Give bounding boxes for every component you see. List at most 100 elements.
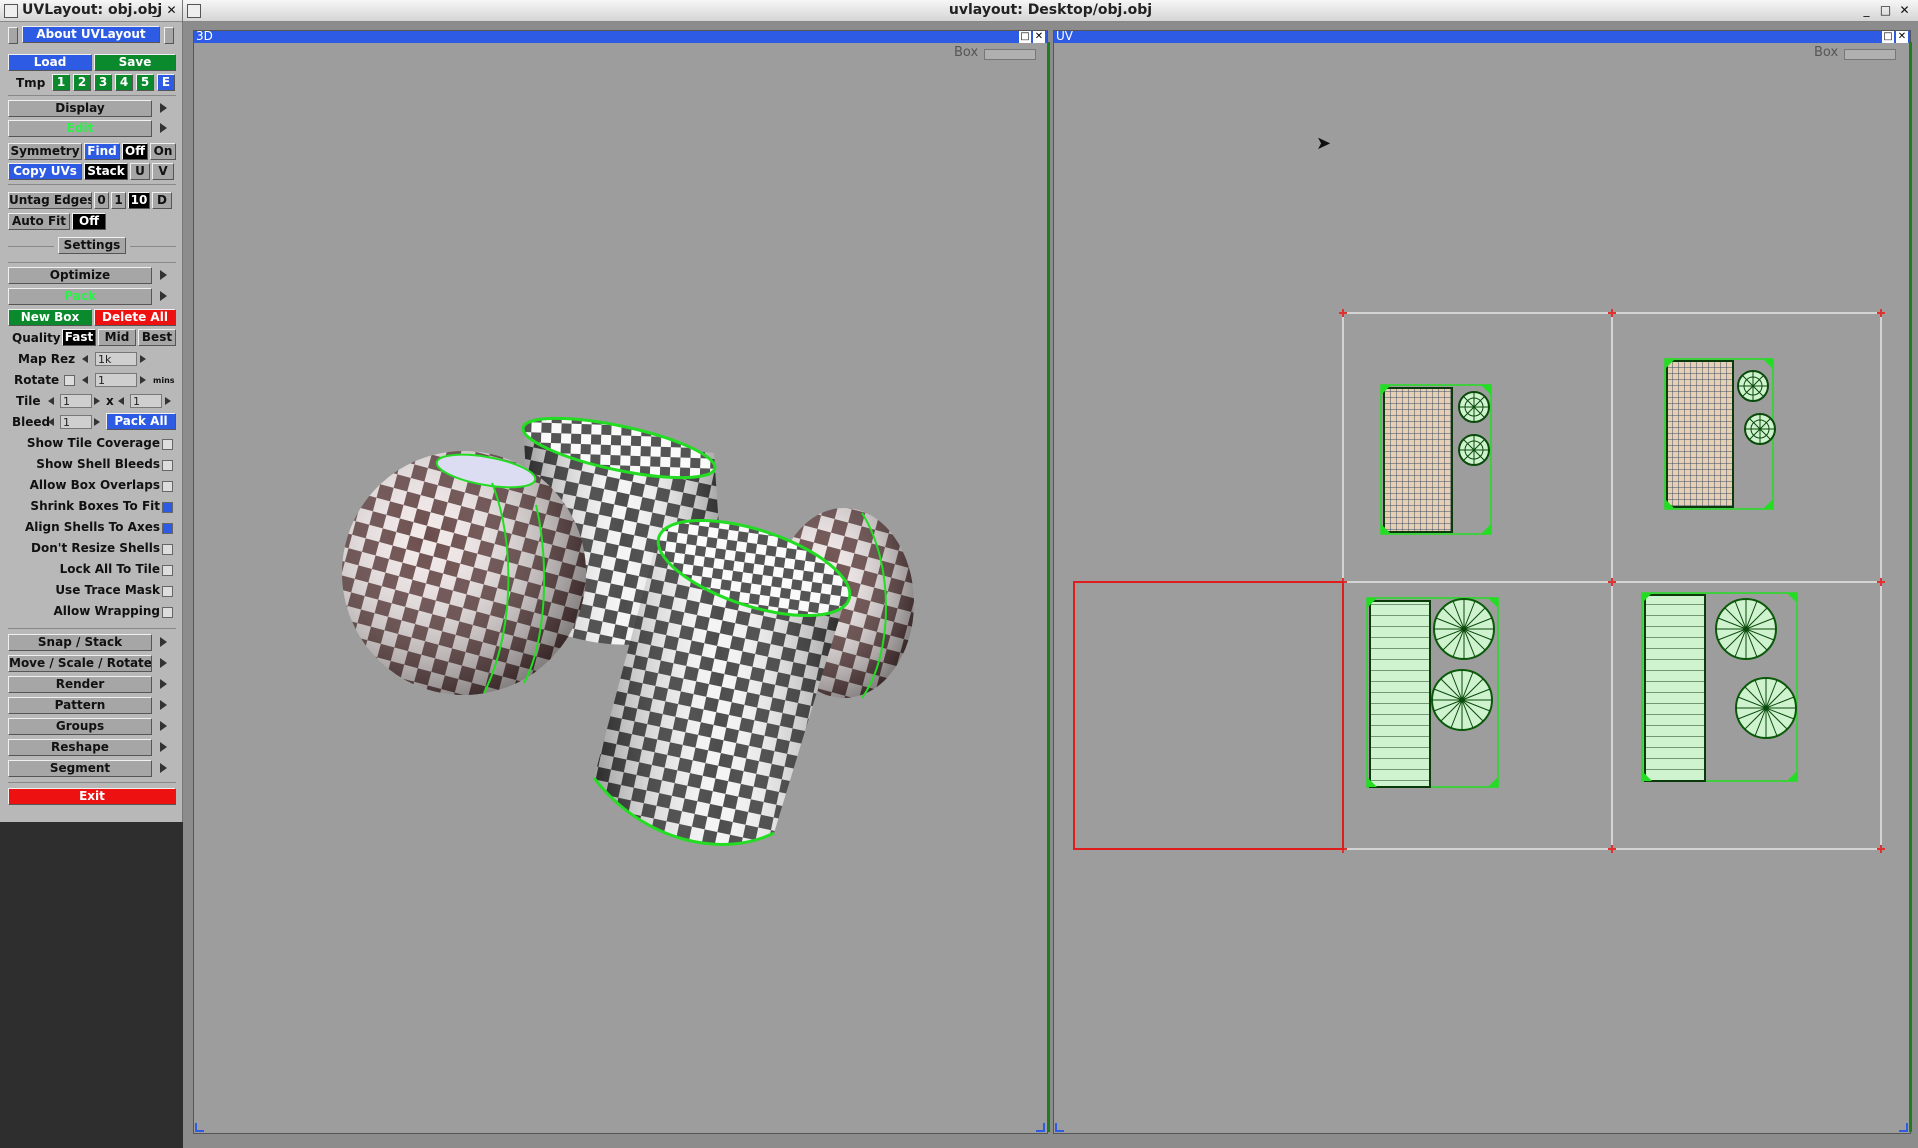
reshape-expand-icon[interactable] [160,742,167,752]
option-checkbox[interactable] [162,460,173,471]
auto-fit-button[interactable]: Auto Fit [8,213,70,230]
viewport-close-icon[interactable]: ✕ [1896,31,1908,43]
auto-fit-off-button[interactable]: Off [72,213,106,230]
bleed-decrease-icon[interactable] [48,418,54,426]
render-menu-button[interactable]: Render [8,676,152,693]
uv-canvas[interactable] [1054,43,1910,1133]
view-splitter[interactable] [1047,42,1050,1132]
option-checkbox[interactable] [162,523,173,534]
tile-y-decrease-icon[interactable] [118,397,124,405]
groups-menu-button[interactable]: Groups [8,718,152,735]
pattern-expand-icon[interactable] [160,700,167,710]
move-scale-rotate-menu-button[interactable]: Move / Scale / Rotate [8,655,152,672]
uv-box-selected[interactable] [1073,581,1344,850]
option-row[interactable]: Allow Box Overlaps [0,476,182,496]
scene-3d[interactable] [194,43,1047,1133]
option-checkbox[interactable] [162,544,173,555]
untag-edges-button[interactable]: Untag Edges [8,192,92,209]
tmp-slot-5[interactable]: 5 [136,74,154,91]
untag-0-button[interactable]: 0 [94,192,109,209]
symmetry-on-button[interactable]: On [150,143,176,160]
option-checkbox[interactable] [162,439,173,450]
delete-all-button[interactable]: Delete All [94,309,176,326]
edit-expand-icon[interactable] [160,123,167,133]
segment-menu-button[interactable]: Segment [8,760,152,777]
minimize-icon[interactable]: _ [148,3,163,18]
quality-mid-button[interactable]: Mid [98,329,136,346]
display-menu-button[interactable]: Display [8,100,152,117]
tile-x-field[interactable]: 1 [60,394,92,408]
option-checkbox[interactable] [162,502,173,513]
maximize-icon[interactable]: □ [1878,3,1893,18]
move-scale-rotate-expand-icon[interactable] [160,658,167,668]
untag-d-button[interactable]: D [152,192,172,209]
option-checkbox[interactable] [162,481,173,492]
segment-expand-icon[interactable] [160,763,167,773]
option-row[interactable]: Align Shells To Axes [0,518,182,538]
map-rez-increase-icon[interactable] [140,355,146,363]
quality-best-button[interactable]: Best [138,329,176,346]
reshape-menu-button[interactable]: Reshape [8,739,152,756]
option-checkbox[interactable] [162,586,173,597]
option-row[interactable]: Don't Resize Shells [0,539,182,559]
edit-menu-button[interactable]: Edit [8,120,152,137]
viewport-3d[interactable]: 3D □ ✕ Box [193,29,1048,1134]
option-row[interactable]: Use Trace Mask [0,581,182,601]
tmp-slot-1[interactable]: 1 [52,74,70,91]
panel-right-handle[interactable] [164,27,174,44]
option-row[interactable]: Allow Wrapping [0,602,182,622]
viewport-maximize-icon[interactable]: □ [1019,31,1031,43]
option-checkbox[interactable] [162,565,173,576]
optimize-expand-icon[interactable] [160,270,167,280]
groups-expand-icon[interactable] [160,721,167,731]
about-button[interactable]: About UVLayout [22,26,160,43]
display-expand-icon[interactable] [160,103,167,113]
new-box-button[interactable]: New Box [8,309,92,326]
rotate-increase-icon[interactable] [140,376,146,384]
option-row[interactable]: Show Shell Bleeds [0,455,182,475]
rotate-decrease-icon[interactable] [82,376,88,384]
u-button[interactable]: U [130,163,150,180]
exit-button[interactable]: Exit [8,788,176,805]
rotate-field[interactable]: 1 [95,373,137,387]
tile-x-decrease-icon[interactable] [48,397,54,405]
v-button[interactable]: V [152,163,174,180]
snap-stack-expand-icon[interactable] [160,637,167,647]
bleed-increase-icon[interactable] [94,418,100,426]
pattern-menu-button[interactable]: Pattern [8,697,152,714]
render-expand-icon[interactable] [160,679,167,689]
viewport-uv[interactable]: UV □ ✕ Box ➤ [1053,29,1911,1134]
option-row[interactable]: Shrink Boxes To Fit [0,497,182,517]
load-button[interactable]: Load [8,54,92,71]
main-window-titlebar[interactable]: uvlayout: Desktop/obj.obj _ □ ✕ [183,0,1918,22]
tile-x-increase-icon[interactable] [94,397,100,405]
tile-y-field[interactable]: 1 [130,394,162,408]
tmp-slot-2[interactable]: 2 [73,74,91,91]
close-icon[interactable]: ✕ [1897,3,1912,18]
uv-shell-group[interactable] [1641,592,1798,782]
untag-1-button[interactable]: 1 [111,192,126,209]
symmetry-find-button[interactable]: Find [84,143,120,160]
close-icon[interactable]: ✕ [164,3,179,18]
uv-shell-group[interactable] [1366,597,1499,788]
snap-stack-menu-button[interactable]: Snap / Stack [8,634,152,651]
copy-uvs-button[interactable]: Copy UVs [8,163,82,180]
tmp-slot-e[interactable]: E [157,74,175,91]
stack-button[interactable]: Stack [84,163,128,180]
pack-expand-icon[interactable] [160,291,167,301]
bleed-field[interactable]: 1 [60,415,92,429]
uv-shell-group[interactable] [1664,358,1776,510]
window-menu-icon[interactable] [4,4,18,18]
minimize-icon[interactable]: _ [1859,3,1874,18]
uv-shell-group[interactable] [1380,384,1492,535]
option-checkbox[interactable] [162,607,173,618]
map-rez-field[interactable]: 1k [95,352,137,366]
tile-y-increase-icon[interactable] [165,397,171,405]
symmetry-button[interactable]: Symmetry [8,143,82,160]
rotate-checkbox[interactable] [64,375,75,386]
viewport-maximize-icon[interactable]: □ [1882,31,1894,43]
tool-window-titlebar[interactable]: UVLayout: obj.obj _ ✕ [0,0,182,22]
option-row[interactable]: Lock All To Tile [0,560,182,580]
pack-menu-button[interactable]: Pack [8,288,152,305]
map-rez-decrease-icon[interactable] [82,355,88,363]
